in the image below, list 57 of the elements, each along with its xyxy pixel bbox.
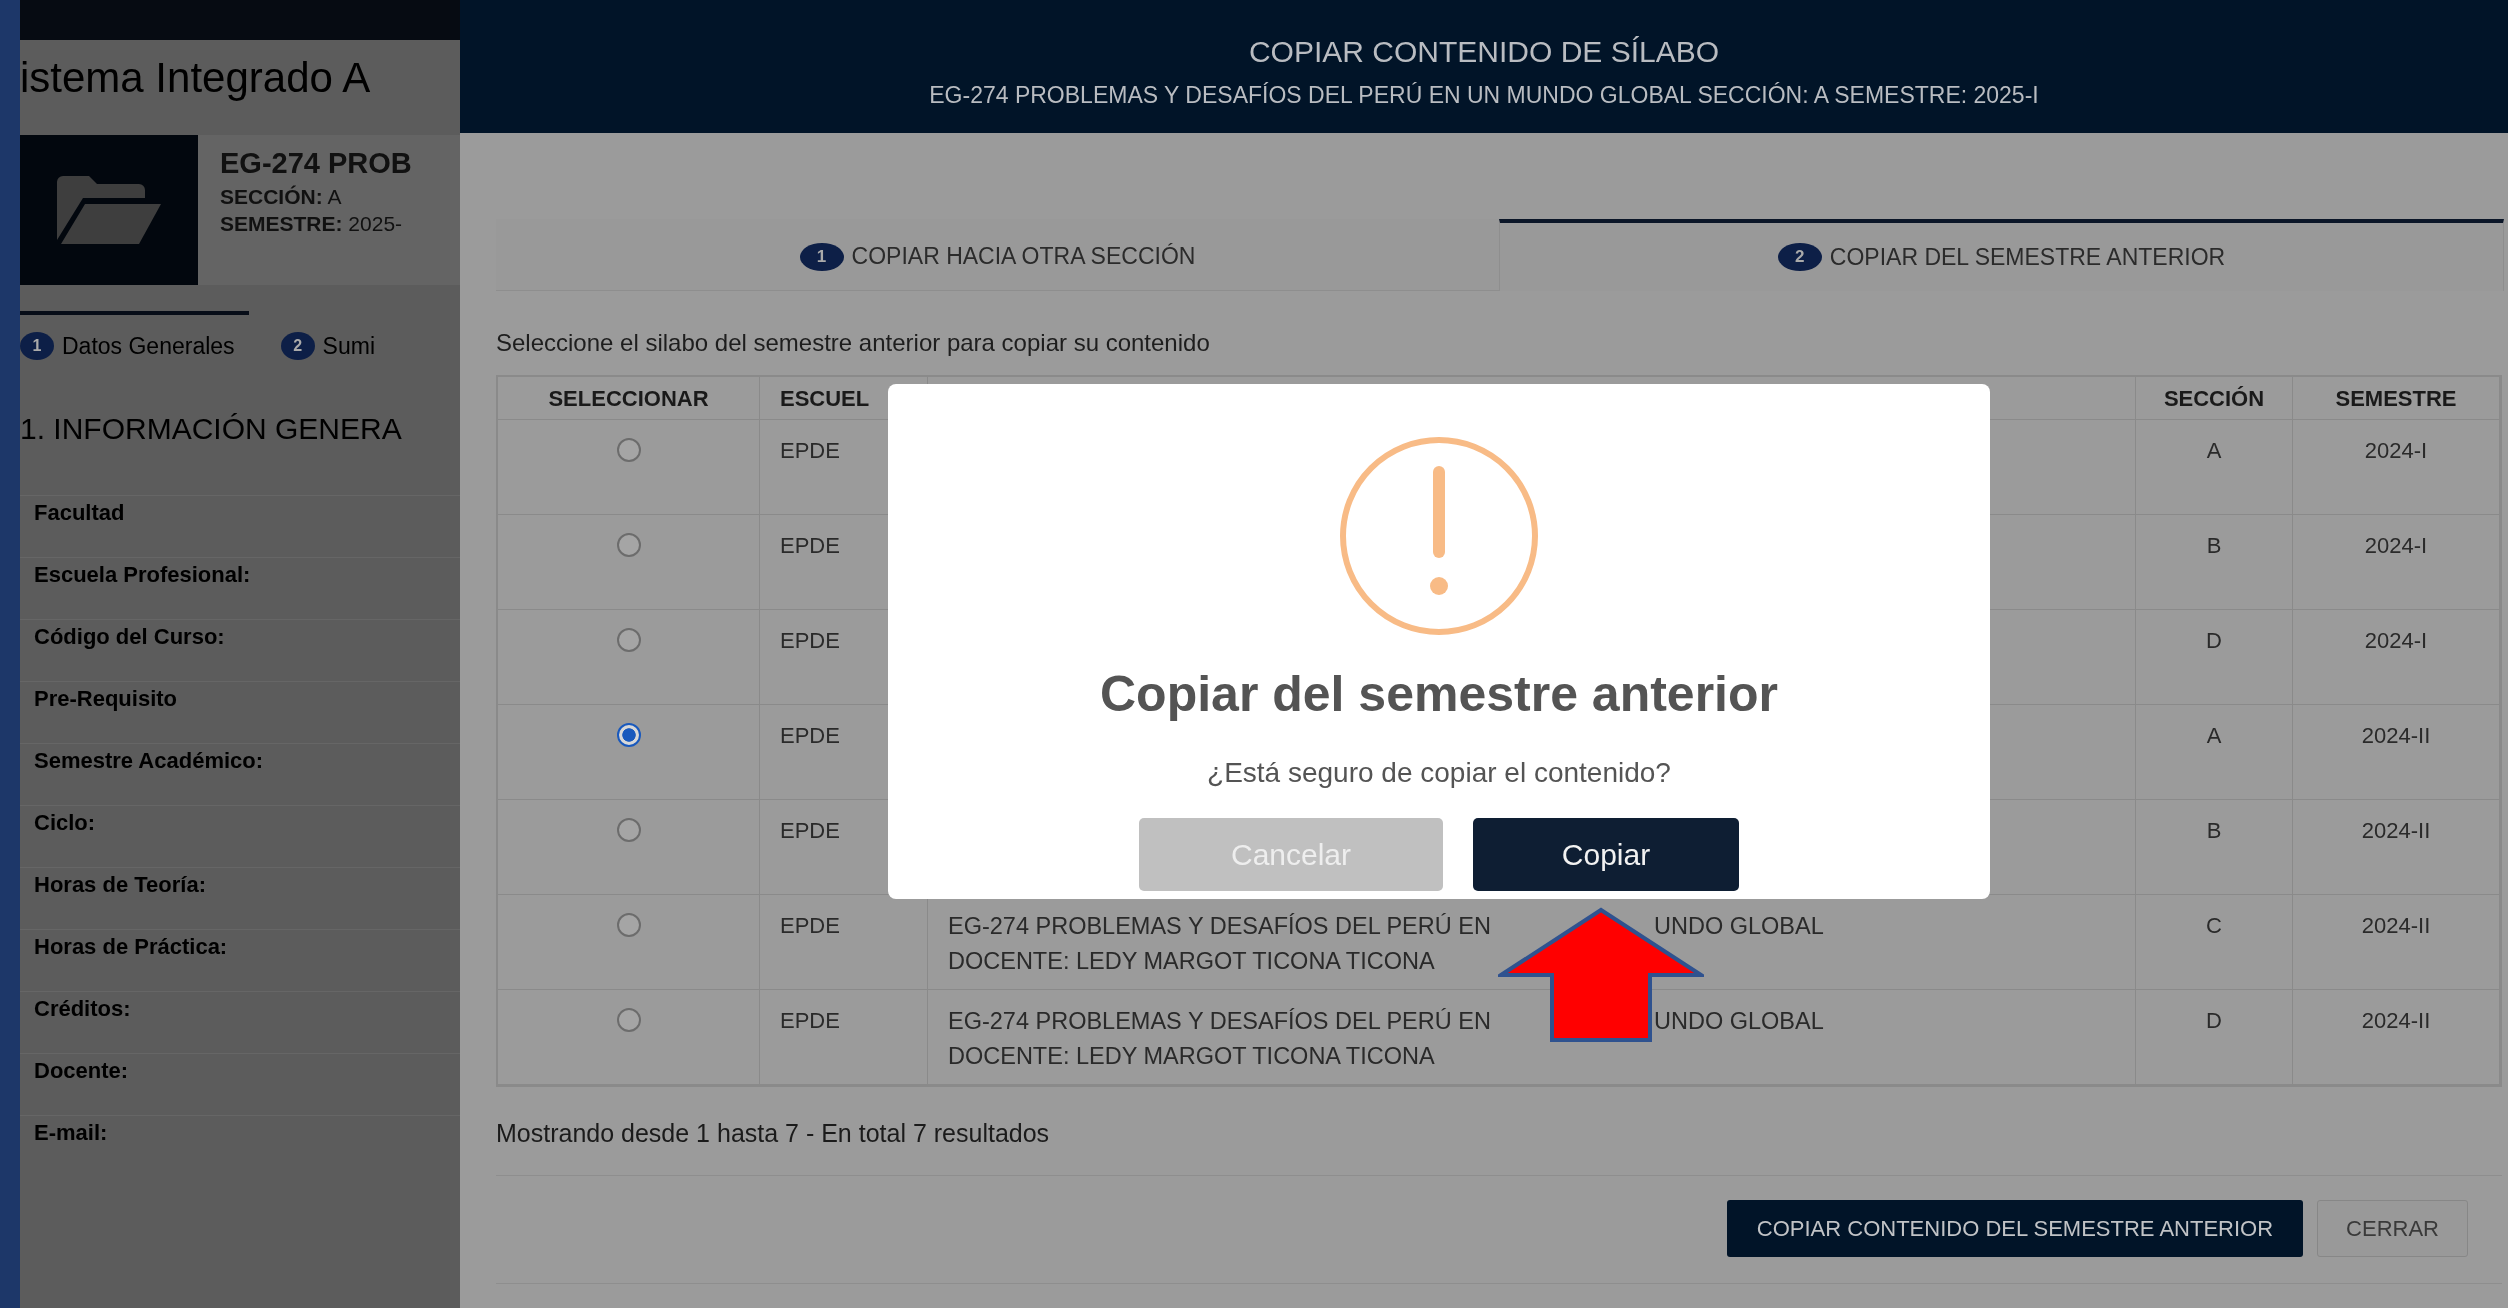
app-title: istema Integrado A bbox=[20, 53, 372, 103]
copy-content-button[interactable]: COPIAR CONTENIDO DEL SEMESTRE ANTERIOR bbox=[1726, 1199, 2304, 1257]
tab-label: COPIAR DEL SEMESTRE ANTERIOR bbox=[1829, 242, 2226, 272]
radio-button[interactable] bbox=[616, 818, 641, 842]
course-title: EG-274 PROB bbox=[220, 146, 412, 181]
table-cell: C bbox=[2136, 895, 2293, 990]
tab-label: COPIAR HACIA OTRA SECCIÓN bbox=[851, 242, 1196, 272]
table-cell: 2024-I bbox=[2293, 420, 2500, 515]
column-header: SECCIÓN bbox=[2136, 377, 2293, 420]
step-number: 1 bbox=[799, 242, 844, 271]
results-summary: Mostrando desde 1 hasta 7 - En total 7 resultados bbox=[496, 1115, 2502, 1176]
tab-label: Datos Generales bbox=[62, 332, 235, 361]
dialog-message: ¿Está seguro de copiar el contenido? bbox=[1207, 756, 1671, 790]
radio-button[interactable] bbox=[616, 628, 641, 652]
course-text: EG-274 PROBLEMAS Y DESAFÍOS DEL PERÚ EN bbox=[948, 912, 1492, 941]
modal-subtitle: EG-274 PROBLEMAS Y DESAFÍOS DEL PERÚ EN UN MUNDO GLOBAL SECCIÓN: A SEMESTRE: 2025-I bbox=[928, 81, 2040, 110]
dialog-title: Copiar del semestre anterior bbox=[1100, 665, 1778, 724]
course-text: DOCENTE: LEDY MARGOT TICONA TICONA bbox=[948, 1042, 1436, 1072]
radio-button[interactable] bbox=[616, 438, 641, 462]
modal-title: COPIAR CONTENIDO DE SÍLABO bbox=[1247, 34, 1721, 70]
table-cell: 2024-I bbox=[2293, 515, 2500, 610]
table-cell: EPDE bbox=[760, 990, 928, 1085]
step-number: 2 bbox=[1777, 243, 1822, 271]
tab[interactable]: 2 Sumi bbox=[280, 311, 389, 378]
table-cell: B bbox=[2136, 515, 2293, 610]
copy-button[interactable]: Copiar bbox=[1473, 818, 1739, 891]
table-cell: 2024-II bbox=[2293, 990, 2500, 1085]
tab[interactable]: 1 Datos Generales bbox=[20, 311, 249, 378]
tab-label: Sumi bbox=[322, 332, 375, 361]
warning-icon bbox=[1339, 436, 1539, 636]
table-cell: A bbox=[2136, 705, 2293, 800]
radio-button[interactable] bbox=[616, 723, 641, 747]
step-number: 2 bbox=[280, 332, 315, 361]
section-heading: 1. INFORMACIÓN GENERA bbox=[20, 410, 403, 447]
step-number: 1 bbox=[20, 332, 54, 361]
column-header: SELECCIONAR bbox=[498, 377, 760, 420]
radio-button[interactable] bbox=[616, 1008, 641, 1032]
semester-info: SEMESTRE: 2025- bbox=[220, 211, 404, 237]
course-text: DOCENTE: LEDY MARGOT TICONA TICONA bbox=[948, 947, 1436, 977]
table-cell: 2024-I bbox=[2293, 610, 2500, 705]
table-cell: D bbox=[2136, 610, 2293, 705]
section-info: SECCIÓN: A bbox=[220, 183, 343, 210]
tab[interactable]: 2 COPIAR DEL SEMESTRE ANTERIOR bbox=[1499, 219, 2504, 291]
table-cell: B bbox=[2136, 800, 2293, 895]
close-button[interactable]: CERRAR bbox=[2317, 1199, 2468, 1257]
radio-button[interactable] bbox=[616, 533, 641, 557]
course-text: UNDO GLOBAL bbox=[1654, 1007, 1824, 1036]
table-cell: A bbox=[2136, 420, 2293, 515]
course-text: UNDO GLOBAL bbox=[1654, 912, 1824, 941]
table-cell: D bbox=[2136, 990, 2293, 1085]
instruction-text: Seleccione el silabo del semestre anterior para copiar su contenido bbox=[496, 328, 1211, 358]
table-cell: 2024-II bbox=[2293, 895, 2500, 990]
table-cell: 2024-II bbox=[2293, 705, 2500, 800]
radio-button[interactable] bbox=[616, 913, 641, 937]
column-header: SEMESTRE bbox=[2293, 377, 2500, 420]
table-cell: 2024-II bbox=[2293, 800, 2500, 895]
course-text: EG-274 PROBLEMAS Y DESAFÍOS DEL PERÚ EN bbox=[948, 1007, 1492, 1036]
